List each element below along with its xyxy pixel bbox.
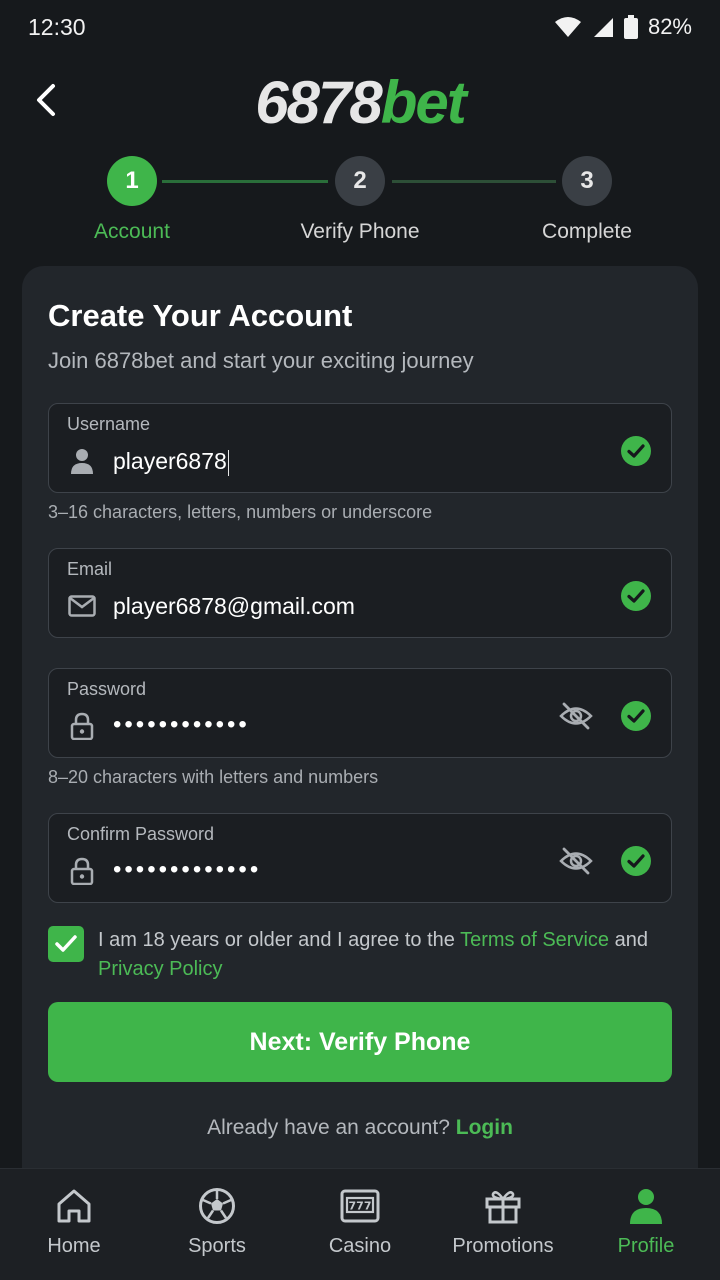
wifi-icon: [554, 17, 581, 37]
agree-checkbox[interactable]: [48, 926, 84, 962]
nav-label: Sports: [188, 1235, 246, 1257]
bottom-navigation: Home Sports 777 Casino Promotions Profil…: [0, 1168, 720, 1280]
confirm-password-field[interactable]: Confirm Password •••••••••••••: [48, 813, 672, 903]
confirm-password-input[interactable]: •••••••••••••: [113, 856, 533, 884]
password-hint: 8–20 characters with letters and numbers: [48, 767, 379, 787]
username-field[interactable]: Username player6878: [48, 403, 672, 493]
step-label: Account: [94, 220, 170, 243]
email-field[interactable]: Email player6878@gmail.com: [48, 548, 672, 638]
nav-item-sports[interactable]: Sports: [145, 1187, 289, 1258]
checkmark-icon: [55, 935, 77, 952]
check-circle-icon: [621, 581, 651, 611]
battery-icon: [623, 15, 638, 39]
login-prompt-row: Already have an account? Login: [22, 1116, 698, 1140]
status-icons: 82%: [554, 14, 692, 40]
nav-label: Home: [47, 1235, 101, 1257]
status-bar: 12:30 82%: [0, 0, 720, 56]
eye-off-icon[interactable]: [559, 846, 593, 876]
nav-label: Casino: [328, 1235, 392, 1257]
user-icon: [630, 1189, 662, 1224]
registration-stepper: 1 Account 2 Verify Phone 3 Complete: [0, 156, 720, 246]
nav-label: Promotions: [452, 1235, 554, 1257]
user-icon: [67, 446, 97, 476]
agree-text-middle: and: [609, 929, 648, 951]
step-verify-phone: 2 Verify Phone: [260, 156, 460, 244]
text-cursor: [227, 449, 230, 476]
signup-card: Create Your Account Join 6878bet and sta…: [22, 266, 698, 1206]
gift-icon: [485, 1191, 521, 1224]
brand-logo: 6878bet: [0, 68, 720, 137]
terms-of-service-link[interactable]: Terms of Service: [460, 929, 609, 951]
password-field[interactable]: Password ••••••••••••: [48, 668, 672, 758]
password-label: Password: [67, 679, 147, 699]
step-number: 2: [335, 156, 385, 206]
logo-number: 6878: [255, 69, 382, 136]
nav-item-promotions[interactable]: Promotions: [431, 1187, 575, 1258]
agree-text: I am 18 years or older and I agree to th…: [98, 926, 658, 984]
step-label: Verify Phone: [300, 220, 420, 243]
username-input[interactable]: player6878: [113, 448, 533, 476]
page-subtitle: Join 6878bet and start your exciting jou…: [48, 348, 474, 373]
page-title: Create Your Account: [48, 298, 353, 333]
eye-off-icon[interactable]: [559, 701, 593, 731]
nav-item-profile[interactable]: Profile: [574, 1187, 718, 1258]
terms-agreement: I am 18 years or older and I agree to th…: [48, 926, 672, 986]
soccer-ball-icon: [199, 1188, 235, 1224]
nav-label: Profile: [617, 1235, 675, 1257]
logo-suffix: bet: [380, 69, 467, 136]
mail-icon: [67, 591, 97, 621]
slot-machine-icon: 777: [340, 1189, 380, 1223]
username-label: Username: [67, 414, 151, 434]
step-number: 3: [562, 156, 612, 206]
agree-text-before: I am 18 years or older and I agree to th…: [98, 929, 461, 951]
step-complete: 3 Complete: [487, 156, 687, 244]
email-label: Email: [67, 559, 113, 579]
battery-percent: 82%: [647, 14, 692, 39]
nav-item-casino[interactable]: 777 Casino: [288, 1187, 432, 1258]
nav-item-home[interactable]: Home: [2, 1187, 146, 1258]
check-circle-icon: [621, 701, 651, 731]
step-number: 1: [107, 156, 157, 206]
login-link[interactable]: Login: [456, 1116, 513, 1139]
home-icon: [57, 1189, 91, 1223]
username-hint: 3–16 characters, letters, numbers or und…: [48, 502, 433, 522]
check-circle-icon: [621, 846, 651, 876]
lock-icon: [67, 711, 97, 741]
status-time: 12:30: [28, 14, 86, 40]
lock-icon: [67, 856, 97, 886]
confirm-password-label: Confirm Password: [67, 824, 215, 844]
password-input[interactable]: ••••••••••••: [113, 711, 533, 739]
email-input[interactable]: player6878@gmail.com: [113, 593, 533, 620]
check-circle-icon: [621, 436, 651, 466]
username-value: player6878: [113, 448, 227, 474]
svg-text:777: 777: [349, 1200, 372, 1213]
next-verify-phone-button[interactable]: Next: Verify Phone: [48, 1002, 672, 1082]
step-label: Complete: [542, 220, 632, 243]
cell-signal-icon: [593, 18, 613, 37]
privacy-policy-link[interactable]: Privacy Policy: [98, 958, 222, 980]
login-prompt: Already have an account?: [207, 1116, 456, 1139]
step-account: 1 Account: [32, 156, 232, 244]
